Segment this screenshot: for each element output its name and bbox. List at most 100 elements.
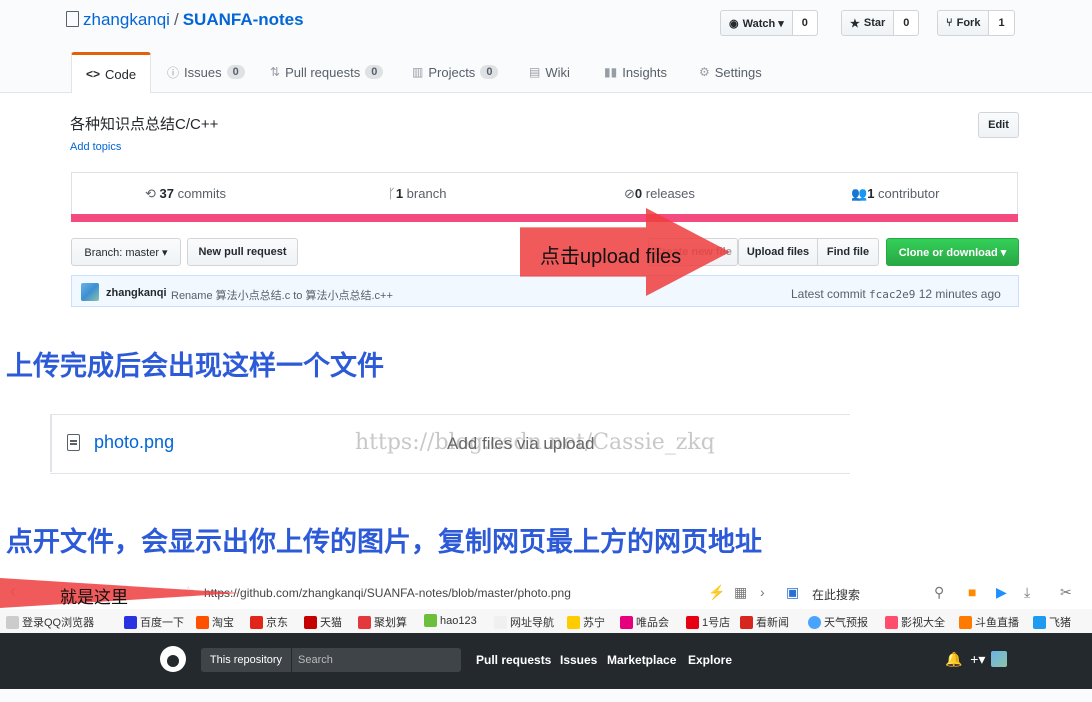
file-icon bbox=[67, 434, 80, 451]
contributor-link[interactable]: 👥1 contributor bbox=[851, 186, 939, 202]
bookmark-label: 看新闻 bbox=[756, 617, 789, 629]
tab-insights-label: Insights bbox=[622, 64, 668, 80]
tab-projects-label: Projects bbox=[428, 64, 476, 80]
bookmark-item[interactable]: 唯品会 bbox=[620, 614, 669, 630]
graph-icon: ▮▮ bbox=[604, 65, 618, 79]
repo-description: 各种知识点总结C/C++ bbox=[70, 116, 219, 133]
tab-wiki[interactable]: ▤ Wiki bbox=[529, 52, 570, 92]
bookmark-item[interactable]: 飞猪 bbox=[1033, 614, 1071, 630]
releases-link[interactable]: ⊘0 releases bbox=[624, 186, 695, 202]
github-logo-icon[interactable] bbox=[160, 646, 186, 672]
edit-button[interactable]: Edit bbox=[978, 112, 1019, 138]
repo-owner-link[interactable]: zhangkanqi bbox=[83, 10, 170, 29]
nav-explore[interactable]: Explore bbox=[688, 653, 732, 667]
commits-link[interactable]: ⟲ 37 commits bbox=[145, 186, 226, 202]
bookmark-item[interactable]: 苏宁 bbox=[567, 614, 605, 630]
author-avatar[interactable] bbox=[81, 283, 99, 301]
gear-icon: ⚙ bbox=[699, 65, 710, 79]
search-engine-icon[interactable]: ▣ bbox=[786, 584, 799, 601]
upload-files-button[interactable]: Upload files bbox=[738, 238, 818, 266]
file-commit-message[interactable]: Add files via upload bbox=[447, 434, 594, 454]
commit-sha[interactable]: fcac2e9 bbox=[869, 288, 915, 301]
nav-marketplace[interactable]: Marketplace bbox=[607, 653, 676, 667]
download-icon[interactable]: ⤓ bbox=[1024, 584, 1030, 601]
fork-label: Fork bbox=[956, 17, 981, 29]
commit-time: 12 minutes ago bbox=[918, 287, 1001, 301]
tab-insights[interactable]: ▮▮ Insights bbox=[604, 52, 667, 92]
search-box[interactable]: 在此搜索 bbox=[812, 586, 860, 603]
bookmark-item[interactable]: 网址导航 bbox=[494, 614, 554, 630]
bookmark-item[interactable]: 斗鱼直播 bbox=[959, 614, 1019, 630]
bookmark-label: 唯品会 bbox=[636, 617, 669, 629]
instruction-heading-upload: 上传完成后会出现这样一个文件 bbox=[6, 351, 384, 382]
bookmark-item[interactable]: 登录QQ浏览器 bbox=[6, 614, 94, 630]
tab-projects-count: 0 bbox=[480, 65, 499, 79]
star-count[interactable]: 0 bbox=[893, 11, 919, 35]
nav-issues[interactable]: Issues bbox=[560, 653, 597, 667]
eye-icon: ◉ bbox=[729, 17, 739, 30]
bell-icon[interactable]: 🔔 bbox=[945, 651, 962, 667]
bookmark-item[interactable]: 天猫 bbox=[304, 614, 342, 630]
fork-count[interactable]: 1 bbox=[988, 11, 1014, 35]
bookmark-item[interactable]: 淘宝 bbox=[196, 614, 234, 630]
github-search-input[interactable]: Search bbox=[291, 648, 461, 672]
douyu-icon bbox=[959, 615, 972, 629]
bookmark-item[interactable]: 1号店 bbox=[686, 614, 730, 630]
add-topics-link[interactable]: Add topics bbox=[70, 141, 121, 153]
bookmark-item[interactable]: 看新闻 bbox=[740, 614, 789, 630]
find-file-button[interactable]: Find file bbox=[817, 238, 879, 266]
bookmark-label: 斗鱼直播 bbox=[975, 617, 1019, 629]
file-name-link[interactable]: photo.png bbox=[94, 432, 174, 453]
watch-button[interactable]: ◉ Watch ▾ 0 bbox=[720, 10, 818, 36]
branch-select[interactable]: Branch: master ▾ bbox=[71, 238, 181, 266]
plus-icon[interactable]: +▾ bbox=[970, 651, 985, 667]
bookmark-item[interactable]: 聚划算 bbox=[358, 614, 407, 630]
lightning-icon[interactable]: ⚡ bbox=[708, 584, 725, 601]
bookmark-item[interactable]: 百度一下 bbox=[124, 614, 184, 630]
tab-issues-count: 0 bbox=[226, 65, 245, 79]
clone-download-button[interactable]: Clone or download ▾ bbox=[886, 238, 1019, 266]
user-avatar[interactable] bbox=[991, 651, 1007, 667]
tab-code[interactable]: <> Code bbox=[71, 52, 152, 93]
suning-icon bbox=[567, 615, 580, 629]
tab-issues-label: Issues bbox=[184, 64, 222, 80]
search-scope[interactable]: This repository bbox=[201, 648, 291, 672]
star-icon: ★ bbox=[850, 17, 860, 30]
tab-issues[interactable]: ⓘ Issues 0 bbox=[167, 52, 245, 92]
branch-count: 1 bbox=[395, 186, 404, 201]
url-field[interactable]: https://github.com/zhangkanqi/SUANFA-not… bbox=[204, 586, 571, 600]
fliggy-icon bbox=[1033, 615, 1046, 629]
scissors-icon[interactable]: ✂ bbox=[1060, 584, 1072, 601]
bookmark-item[interactable]: hao123 bbox=[424, 614, 477, 627]
movie-icon bbox=[885, 615, 898, 629]
bookmark-item[interactable]: 天气预报 bbox=[808, 614, 868, 630]
play-icon[interactable]: ▶ bbox=[996, 584, 1007, 601]
search-icon[interactable]: ⚲ bbox=[934, 584, 944, 601]
bookmark-item[interactable]: 京东 bbox=[250, 614, 288, 630]
tab-settings[interactable]: ⚙ Settings bbox=[699, 52, 762, 92]
repo-name-link[interactable]: SUANFA-notes bbox=[183, 10, 304, 29]
star-button[interactable]: ★ Star 0 bbox=[841, 10, 920, 36]
grid-icon[interactable]: ▦ bbox=[734, 584, 747, 601]
chevron-right-icon[interactable]: › bbox=[760, 584, 765, 600]
bookmark-item[interactable]: 影视大全 bbox=[885, 614, 945, 630]
watch-count[interactable]: 0 bbox=[791, 11, 817, 35]
commit-author[interactable]: zhangkanqi bbox=[106, 287, 167, 299]
fork-button[interactable]: ⑂ Fork 1 bbox=[937, 10, 1015, 36]
bookmark-label: 百度一下 bbox=[140, 617, 184, 629]
tab-pull-requests[interactable]: ⇅ Pull requests 0 bbox=[270, 52, 384, 92]
instruction-heading-open: 点开文件，会显示出你上传的图片，复制网页最上方的网页地址 bbox=[6, 527, 762, 558]
annotation-upload-text: 点击upload files bbox=[540, 246, 682, 268]
new-pull-request-button[interactable]: New pull request bbox=[187, 238, 298, 266]
language-bar[interactable] bbox=[71, 214, 1018, 222]
taobao-icon bbox=[196, 615, 209, 629]
video-icon[interactable]: ■ bbox=[968, 584, 976, 600]
wiki-icon: ▤ bbox=[529, 65, 541, 79]
commit-message[interactable]: Rename 算法小点总结.c to 算法小点总结.c++ bbox=[171, 287, 393, 303]
tab-projects[interactable]: ▥ Projects 0 bbox=[412, 52, 499, 92]
commits-label: commits bbox=[177, 186, 227, 201]
repo-separator: / bbox=[173, 10, 179, 29]
branch-label: branch bbox=[406, 186, 447, 201]
branch-link[interactable]: ᚴ1 branch bbox=[388, 186, 446, 201]
nav-pull-requests[interactable]: Pull requests bbox=[476, 653, 551, 667]
